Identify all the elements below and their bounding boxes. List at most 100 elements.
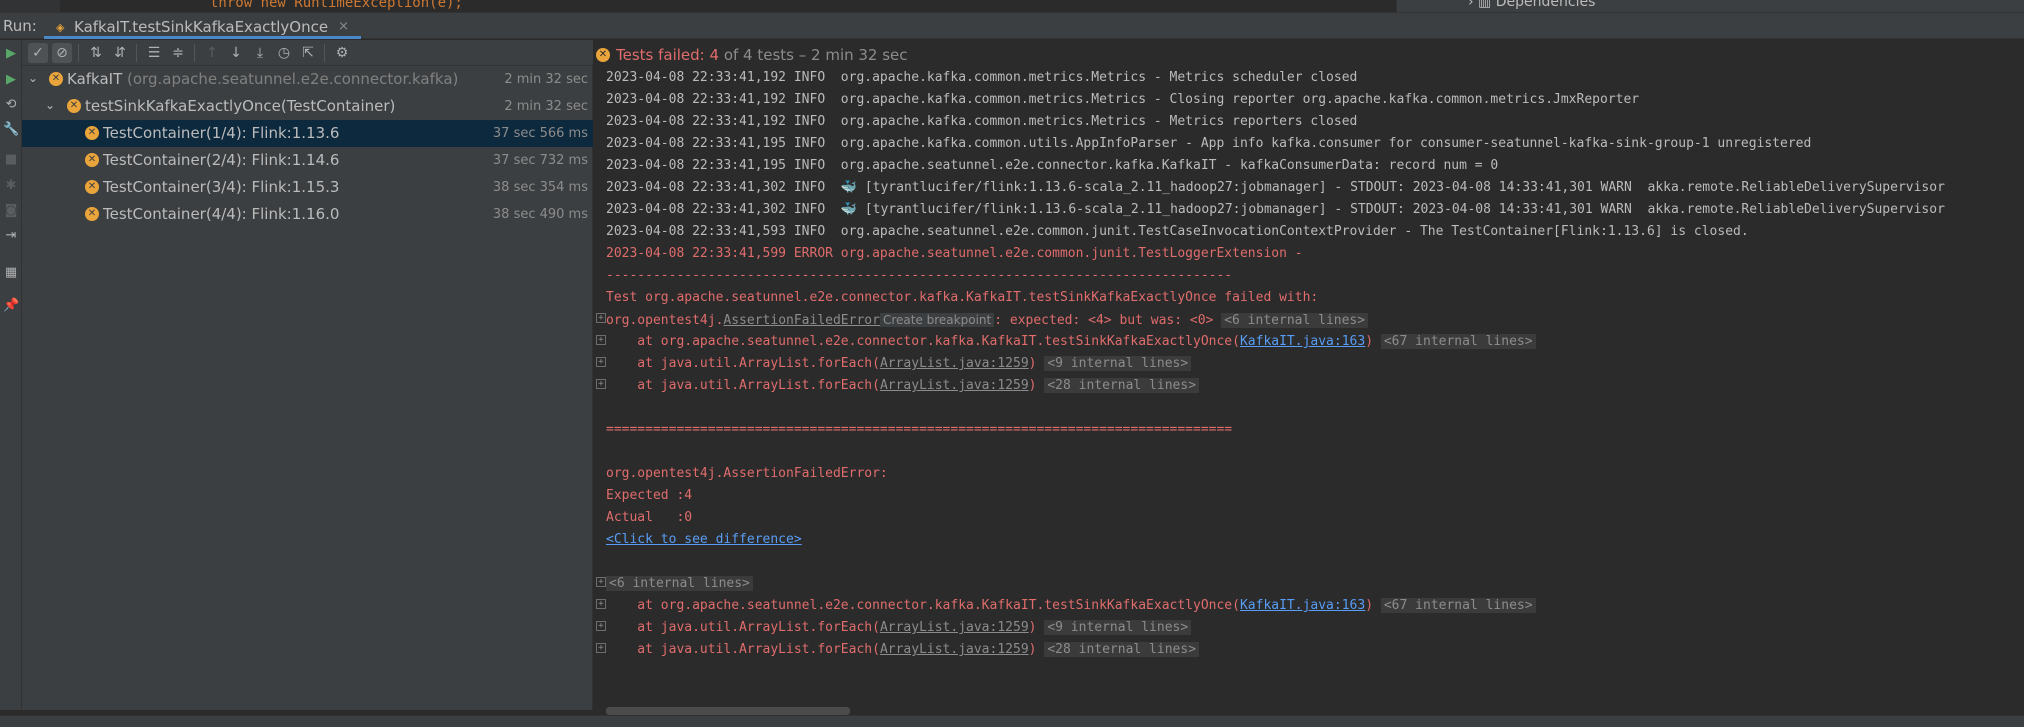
log-line-error: 2023-04-08 22:33:41,599 ERROR org.apache… xyxy=(606,246,1303,261)
fold-toggle-icon[interactable]: + xyxy=(596,335,606,345)
tree-row-test[interactable]: ✕ TestContainer(2/4): Flink:1.14.6 37 se… xyxy=(22,147,593,174)
source-link[interactable]: ArrayList.java:1259 xyxy=(880,378,1029,393)
docker-icon: 🐳 xyxy=(840,180,857,195)
frame-text: at org.apache.seatunnel.e2e.connector.ka… xyxy=(606,598,1240,613)
run-tab-title: KafkaIT.testSinkKafkaExactlyOnce xyxy=(74,17,329,36)
close-icon[interactable]: × xyxy=(338,19,349,34)
camera-icon[interactable]: ◙ xyxy=(3,203,19,219)
tree-row-test[interactable]: ✕ TestContainer(4/4): Flink:1.16.0 38 se… xyxy=(22,201,593,228)
console-output[interactable]: 2023-04-08 22:33:41,192 INFO org.apache.… xyxy=(594,67,2024,710)
test-results-tree: ⌄ ✕ KafkaIT (org.apache.seatunnel.e2e.co… xyxy=(22,66,593,710)
tree-row-class[interactable]: ⌄ ✕ KafkaIT (org.apache.seatunnel.e2e.co… xyxy=(22,66,593,93)
fold-toggle-icon[interactable]: + xyxy=(596,577,606,587)
export-icon[interactable]: ⇱ xyxy=(298,43,318,63)
settings-wrench-icon[interactable]: 🔧 xyxy=(3,122,19,138)
collapse-all-icon[interactable]: ≑ xyxy=(168,43,188,63)
frame-close-paren: ) xyxy=(1028,356,1037,371)
toolbar-divider xyxy=(78,44,79,62)
rerun-failed-icon[interactable]: ▶ xyxy=(3,72,19,88)
prev-failed-icon[interactable]: ↑ xyxy=(202,43,222,63)
log-prefix: 2023-04-08 22:33:41,302 INFO xyxy=(606,202,841,217)
fold-toggle-icon[interactable]: + xyxy=(596,643,606,653)
internal-lines-fold[interactable]: <6 internal lines> xyxy=(606,576,753,591)
exception-class-link[interactable]: AssertionFailedError xyxy=(723,313,880,328)
rerun-icon[interactable]: ▶ xyxy=(3,46,19,62)
failed-icon: ✕ xyxy=(49,72,63,86)
toggle-auto-test-icon[interactable]: ⟲ xyxy=(3,97,19,113)
show-ignored-icon[interactable]: ⊘ xyxy=(52,43,72,63)
history-icon[interactable]: ◷ xyxy=(274,43,294,63)
layout-icon[interactable]: ▦ xyxy=(3,265,19,281)
internal-lines-fold[interactable]: <9 internal lines> xyxy=(1044,620,1192,635)
fold-toggle-icon[interactable]: + xyxy=(596,621,606,631)
gear-icon[interactable]: ⚙ xyxy=(332,43,352,63)
frame-text: at java.util.ArrayList.forEach( xyxy=(606,620,880,635)
toolbar-divider xyxy=(324,44,325,62)
internal-lines-fold[interactable]: <67 internal lines> xyxy=(1380,334,1536,349)
test-name: TestContainer(1/4): Flink:1.13.6 xyxy=(103,124,340,142)
import-tests-icon[interactable]: ⤓ xyxy=(250,43,270,63)
class-package: (org.apache.seatunnel.e2e.connector.kafk… xyxy=(127,70,459,88)
source-link[interactable]: ArrayList.java:1259 xyxy=(880,620,1029,635)
expand-all-icon[interactable]: ☰ xyxy=(144,43,164,63)
source-link[interactable]: ArrayList.java:1259 xyxy=(880,356,1029,371)
pin-icon[interactable]: 📌 xyxy=(3,298,19,314)
next-failed-icon[interactable]: ↓ xyxy=(226,43,246,63)
sort-alpha-icon[interactable]: ⇅ xyxy=(86,43,106,63)
debug-icon[interactable]: ✱ xyxy=(3,178,19,194)
frame-close-paren: ) xyxy=(1028,642,1037,657)
expected-value: Expected :4 xyxy=(606,488,693,503)
internal-lines-fold[interactable]: <9 internal lines> xyxy=(1044,356,1192,371)
tree-row-method[interactable]: ⌄ ✕ testSinkKafkaExactlyOnce(TestContain… xyxy=(22,93,593,120)
bottom-tool-strip xyxy=(0,715,2024,727)
show-passed-icon[interactable]: ✓ xyxy=(28,43,48,63)
horizontal-scrollbar[interactable] xyxy=(606,707,850,715)
test-summary-bar: ✕ Tests failed: 4 of 4 tests – 2 min 32 … xyxy=(594,40,2024,67)
tree-row-test[interactable]: ✕ TestContainer(3/4): Flink:1.15.3 38 se… xyxy=(22,174,593,201)
stop-icon[interactable]: ■ xyxy=(3,152,19,168)
log-prefix: 2023-04-08 22:33:41,302 INFO xyxy=(606,180,841,195)
internal-lines-fold[interactable]: <28 internal lines> xyxy=(1044,642,1200,657)
chevron-down-icon[interactable]: ⌄ xyxy=(45,98,55,112)
fold-toggle-icon[interactable]: + xyxy=(596,357,606,367)
log-line: 2023-04-08 22:33:41,192 INFO org.apache.… xyxy=(606,92,1640,107)
click-to-see-difference-link[interactable]: <Click to see difference> xyxy=(606,529,802,551)
stack-frame: at java.util.ArrayList.forEach(ArrayList… xyxy=(606,639,1200,661)
assertion-line: org.opentest4j.AssertionFailedError Creat… xyxy=(606,309,1369,331)
toolbar-divider xyxy=(136,44,137,62)
fold-toggle-icon[interactable]: + xyxy=(596,313,606,323)
internal-lines-fold[interactable]: <67 internal lines> xyxy=(1380,598,1536,613)
dependencies-label: Dependencies xyxy=(1495,0,1596,10)
test-config-icon: ◈ xyxy=(56,20,65,34)
source-link[interactable]: ArrayList.java:1259 xyxy=(880,642,1029,657)
internal-lines-fold[interactable]: <28 internal lines> xyxy=(1044,378,1200,393)
run-tool-window-header: Run: ◈ KafkaIT.testSinkKafkaExactlyOnce … xyxy=(0,12,2024,39)
failure-header: Test org.apache.seatunnel.e2e.connector.… xyxy=(606,290,1319,305)
run-vertical-toolbar: ▶ ▶ ⟲ 🔧 ■ ✱ ◙ ⇥ ▦ 📌 xyxy=(0,40,22,710)
sort-duration-icon[interactable]: ⇵ xyxy=(110,43,130,63)
fold-toggle-icon[interactable]: + xyxy=(596,599,606,609)
exit-icon[interactable]: ⇥ xyxy=(3,228,19,244)
tree-row-test[interactable]: ✕ TestContainer(1/4): Flink:1.13.6 37 se… xyxy=(22,120,593,147)
chevron-down-icon[interactable]: ⌄ xyxy=(28,71,38,85)
duration: 2 min 32 sec xyxy=(504,72,588,87)
duration: 38 sec 490 ms xyxy=(492,207,588,222)
frame-text: at java.util.ArrayList.forEach( xyxy=(606,642,880,657)
duration: 37 sec 566 ms xyxy=(492,126,588,141)
duration: 37 sec 732 ms xyxy=(492,153,588,168)
frame-close-paren: ) xyxy=(1028,620,1037,635)
failed-icon: ✕ xyxy=(67,99,81,113)
source-link[interactable]: KafkaIT.java:163 xyxy=(1240,598,1365,613)
internal-lines-fold[interactable]: <6 internal lines> xyxy=(1221,313,1369,328)
source-link[interactable]: KafkaIT.java:163 xyxy=(1240,334,1365,349)
exception-package: org.opentest4j. xyxy=(606,313,724,328)
frame-close-paren: ) xyxy=(1365,598,1374,613)
log-line: 2023-04-08 22:33:41,302 INFO 🐳 [tyrantlu… xyxy=(606,199,1945,221)
fold-toggle-icon[interactable]: + xyxy=(596,379,606,389)
run-tab[interactable]: ◈ KafkaIT.testSinkKafkaExactlyOnce × xyxy=(44,14,361,39)
log-line: 2023-04-08 22:33:41,192 INFO org.apache.… xyxy=(606,114,1358,129)
method-name: testSinkKafkaExactlyOnce(TestContainer) xyxy=(85,97,396,115)
project-tree-dependencies[interactable]: › ▥ Dependencies xyxy=(1468,0,1595,10)
log-line: 2023-04-08 22:33:41,302 INFO 🐳 [tyrantlu… xyxy=(606,177,1945,199)
class-name: KafkaIT xyxy=(67,70,123,88)
